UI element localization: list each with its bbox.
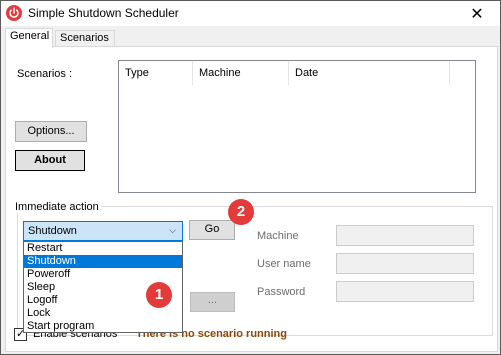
machine-field[interactable] — [336, 225, 474, 246]
immediate-action-title: Immediate action — [13, 201, 101, 213]
action-combobox-value: Shutdown — [28, 225, 77, 237]
password-field[interactable] — [336, 281, 474, 302]
column-date[interactable]: Date — [289, 61, 450, 85]
scenarios-label: Scenarios : — [17, 68, 73, 80]
main-window: Simple Shutdown Scheduler ✕ General Scen… — [0, 0, 501, 355]
machine-label: Machine — [257, 230, 299, 242]
options-button[interactable]: Options... — [15, 121, 87, 142]
annotation-badge-2: 2 — [228, 199, 254, 225]
action-combobox[interactable]: Shutdown ⌵ — [23, 221, 183, 241]
about-button[interactable]: About — [15, 150, 85, 171]
scenarios-list[interactable]: Type Machine Date — [118, 60, 476, 193]
tab-scenarios[interactable]: Scenarios — [55, 30, 115, 47]
password-label: Password — [257, 286, 306, 298]
annotation-badge-1: 1 — [146, 282, 172, 308]
title-bar[interactable]: Simple Shutdown Scheduler ✕ — [1, 1, 500, 26]
power-icon — [6, 5, 22, 21]
dropdown-item-start-program[interactable]: Start program — [24, 320, 182, 333]
dropdown-item-shutdown[interactable]: Shutdown — [24, 255, 182, 268]
general-panel: Scenarios : Type Machine Date Options...… — [5, 46, 498, 352]
go-button[interactable]: Go — [189, 220, 235, 240]
dropdown-item-poweroff[interactable]: Poweroff — [24, 268, 182, 281]
dropdown-item-lock[interactable]: Lock — [24, 307, 182, 320]
window-title: Simple Shutdown Scheduler — [28, 6, 179, 20]
username-label: User name — [257, 258, 311, 270]
username-field[interactable] — [336, 253, 474, 274]
chevron-down-icon[interactable]: ⌵ — [169, 225, 176, 236]
tab-general[interactable]: General — [5, 28, 53, 48]
column-machine[interactable]: Machine — [193, 61, 289, 85]
list-header: Type Machine Date — [119, 61, 475, 85]
close-button[interactable]: ✕ — [454, 1, 500, 26]
browse-button[interactable]: ... — [190, 292, 235, 312]
column-type[interactable]: Type — [119, 61, 193, 85]
dropdown-item-restart[interactable]: Restart — [24, 242, 182, 255]
